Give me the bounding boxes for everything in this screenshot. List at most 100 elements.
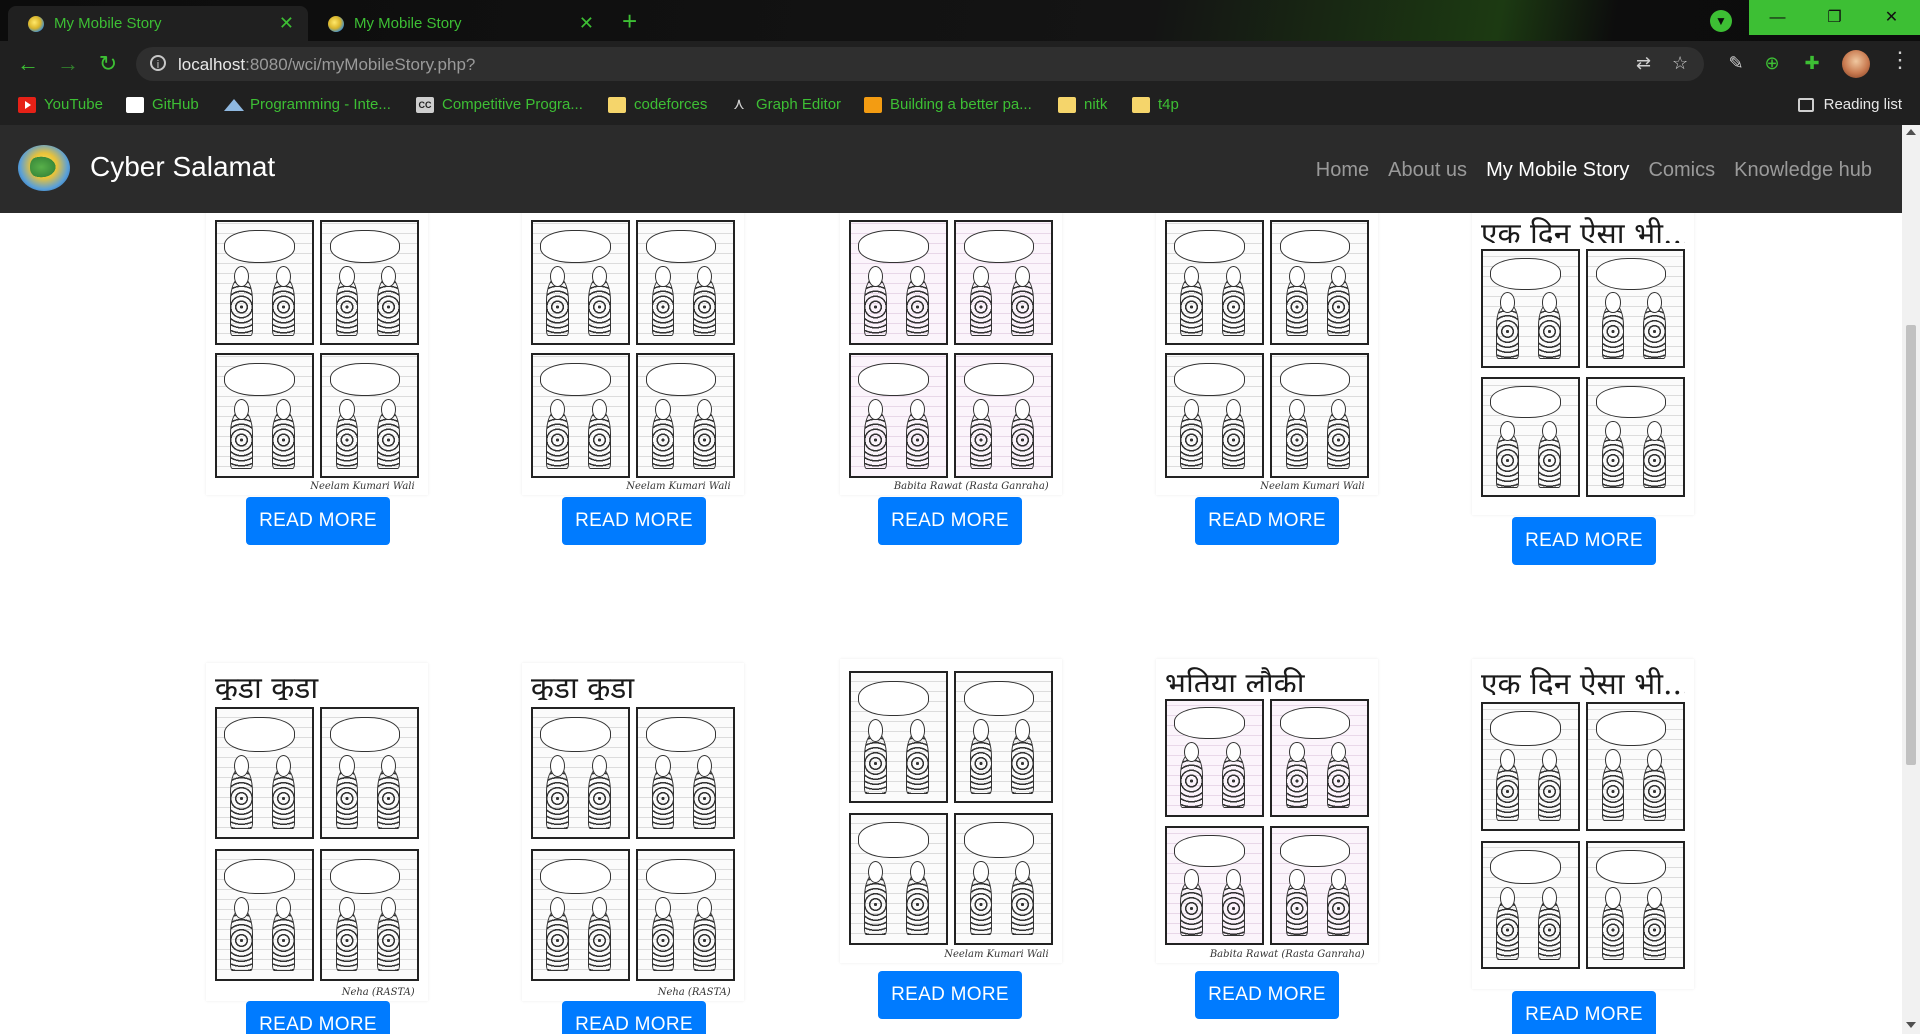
extensions-puzzle-icon[interactable]: ✚: [1800, 51, 1824, 75]
comic-panel: [636, 706, 736, 839]
new-tab-button[interactable]: +: [622, 6, 637, 37]
read-more-button[interactable]: READ MORE: [878, 971, 1022, 1019]
comic-thumbnail[interactable]: Neelam Kumari Wali: [840, 659, 1062, 963]
read-more-button[interactable]: READ MORE: [246, 497, 390, 545]
character-head: [1605, 748, 1621, 771]
comic-panel: [954, 353, 1054, 478]
orange-icon: [864, 96, 882, 113]
reading-list-button[interactable]: Reading list: [1797, 96, 1902, 113]
menu-kebab-icon[interactable]: ⋮: [1889, 47, 1911, 73]
speech-bubble: [1279, 229, 1351, 263]
read-more-button[interactable]: READ MORE: [1195, 497, 1339, 545]
nav-home[interactable]: Home: [1316, 159, 1369, 182]
comic-panel: [848, 671, 948, 804]
minimize-button[interactable]: —: [1749, 0, 1806, 35]
bookmark-competitive-programming[interactable]: CC Competitive Progra...: [416, 96, 583, 113]
read-more-button[interactable]: READ MORE: [1195, 971, 1339, 1019]
character-figure: [969, 874, 993, 936]
reload-icon[interactable]: ↻: [92, 48, 124, 80]
back-arrow-icon[interactable]: ←: [12, 48, 44, 80]
bookmark-t4p[interactable]: t4p: [1132, 96, 1179, 113]
translate-icon[interactable]: ⇄: [1636, 53, 1651, 74]
url-text[interactable]: localhost:8080/wci/myMobileStory.php?: [178, 55, 475, 75]
comic-panel: [1480, 701, 1580, 831]
brand-name[interactable]: Cyber Salamat: [90, 151, 275, 183]
character-head: [275, 265, 291, 288]
pen-extension-icon[interactable]: ✎: [1724, 51, 1748, 75]
folder-icon: [1132, 96, 1150, 113]
read-more-button[interactable]: READ MORE: [1512, 517, 1656, 565]
nav-my-mobile-story[interactable]: My Mobile Story: [1486, 159, 1629, 182]
character-figure: [230, 910, 253, 972]
comic-panel: [1586, 377, 1686, 497]
nav-comics[interactable]: Comics: [1648, 159, 1715, 182]
comic-panel: [1164, 826, 1264, 945]
profile-avatar[interactable]: [1842, 50, 1870, 78]
character-figure: [693, 910, 717, 972]
read-more-button[interactable]: READ MORE: [562, 497, 706, 545]
character-head: [275, 754, 291, 778]
close-tab-icon[interactable]: ✕: [579, 13, 594, 34]
bookmark-github[interactable]: GitHub: [126, 96, 199, 113]
comic-thumbnail[interactable]: Babita Rawat (Rasta Ganraha): [840, 213, 1062, 495]
comic-panel: [954, 220, 1054, 345]
close-window-button[interactable]: ✕: [1863, 0, 1920, 35]
browser-tab-2[interactable]: My Mobile Story ✕: [308, 6, 608, 41]
character-head: [1647, 748, 1663, 771]
comic-thumbnail[interactable]: एक दिन ऐसा भी...: [1472, 659, 1694, 989]
comic-panel: [530, 353, 630, 478]
speech-bubble: [1279, 362, 1351, 396]
character-figure: [377, 768, 401, 830]
nav-about-us[interactable]: About us: [1388, 159, 1467, 182]
comic-panel: [320, 220, 420, 345]
extension-download-icon[interactable]: ▼: [1710, 10, 1732, 32]
nav-knowledge-hub[interactable]: Knowledge hub: [1734, 159, 1872, 182]
character-head: [1225, 741, 1241, 763]
comic-thumbnail[interactable]: एक दिन ऐसा भी...: [1472, 213, 1694, 515]
graph-icon: ⋏: [733, 95, 745, 113]
bookmark-programming[interactable]: Programming - Inte...: [224, 96, 391, 113]
bookmark-building-better[interactable]: Building a better pa...: [864, 96, 1032, 113]
character-figure: [864, 874, 887, 936]
read-more-button[interactable]: READ MORE: [562, 1001, 706, 1034]
bookmark-codeforces[interactable]: codeforces: [608, 96, 707, 113]
read-more-button[interactable]: READ MORE: [878, 497, 1022, 545]
bookmark-nitk[interactable]: nitk: [1058, 96, 1107, 113]
speech-bubble: [1279, 835, 1351, 867]
close-tab-icon[interactable]: ✕: [279, 13, 294, 34]
speech-bubble: [645, 858, 717, 894]
character-head: [1225, 869, 1241, 890]
character-head: [655, 754, 671, 778]
read-more-button[interactable]: READ MORE: [246, 1001, 390, 1034]
cyber-salamat-logo[interactable]: [18, 145, 70, 191]
character-figure: [587, 910, 611, 972]
restore-button[interactable]: ❐: [1806, 0, 1863, 35]
scroll-down-arrow-icon[interactable]: [1906, 1022, 1916, 1028]
comic-thumbnail[interactable]: Neelam Kumari Wali: [522, 213, 744, 495]
character-head: [867, 719, 884, 742]
bookmark-graph-editor[interactable]: ⋏ Graph Editor: [730, 96, 841, 113]
character-head: [1183, 869, 1200, 890]
scrollbar-thumb[interactable]: [1906, 325, 1916, 765]
address-bar[interactable]: i localhost:8080/wci/myMobileStory.php? …: [136, 47, 1704, 81]
add-extension-icon[interactable]: ⊕: [1760, 51, 1784, 75]
site-info-icon[interactable]: i: [150, 55, 166, 71]
reading-list-icon: [1797, 97, 1814, 112]
page-scrollbar[interactable]: [1902, 125, 1920, 1034]
bookmarks-bar: YouTube GitHub Programming - Inte... CC C…: [0, 87, 1920, 125]
bookmark-star-icon[interactable]: ☆: [1672, 53, 1688, 74]
comic-thumbnail[interactable]: कूड़ा कूड़ा Neha (RASTA): [522, 663, 744, 1001]
browser-tab-1[interactable]: My Mobile Story ✕: [8, 6, 308, 41]
scroll-up-arrow-icon[interactable]: [1906, 129, 1916, 135]
comic-panel: [1164, 220, 1264, 345]
bookmark-youtube[interactable]: YouTube: [18, 96, 103, 113]
comic-thumbnail[interactable]: कूड़ा कूड़ा Neha (RASTA): [206, 663, 428, 1001]
character-head: [339, 398, 355, 421]
comic-thumbnail[interactable]: Neelam Kumari Wali: [206, 213, 428, 495]
character-head: [1541, 292, 1557, 313]
forward-arrow-icon[interactable]: →: [52, 48, 84, 80]
comic-thumbnail[interactable]: Neelam Kumari Wali: [1156, 213, 1378, 495]
character-head: [1605, 887, 1621, 910]
read-more-button[interactable]: READ MORE: [1512, 991, 1656, 1034]
comic-thumbnail[interactable]: भूतिया लौकी Babita Rawat (Rasta Ganraha): [1156, 659, 1378, 963]
